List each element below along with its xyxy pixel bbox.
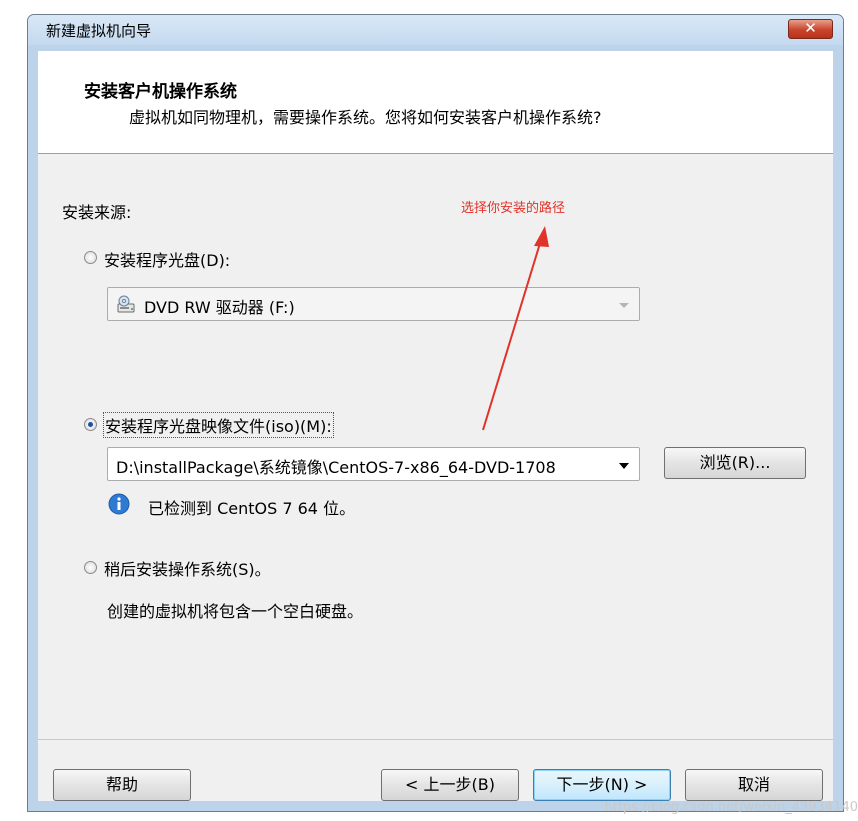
watermark: https://blog.csdn.net/weixin_43934140 — [604, 800, 858, 815]
annotation-arrow — [482, 226, 549, 431]
